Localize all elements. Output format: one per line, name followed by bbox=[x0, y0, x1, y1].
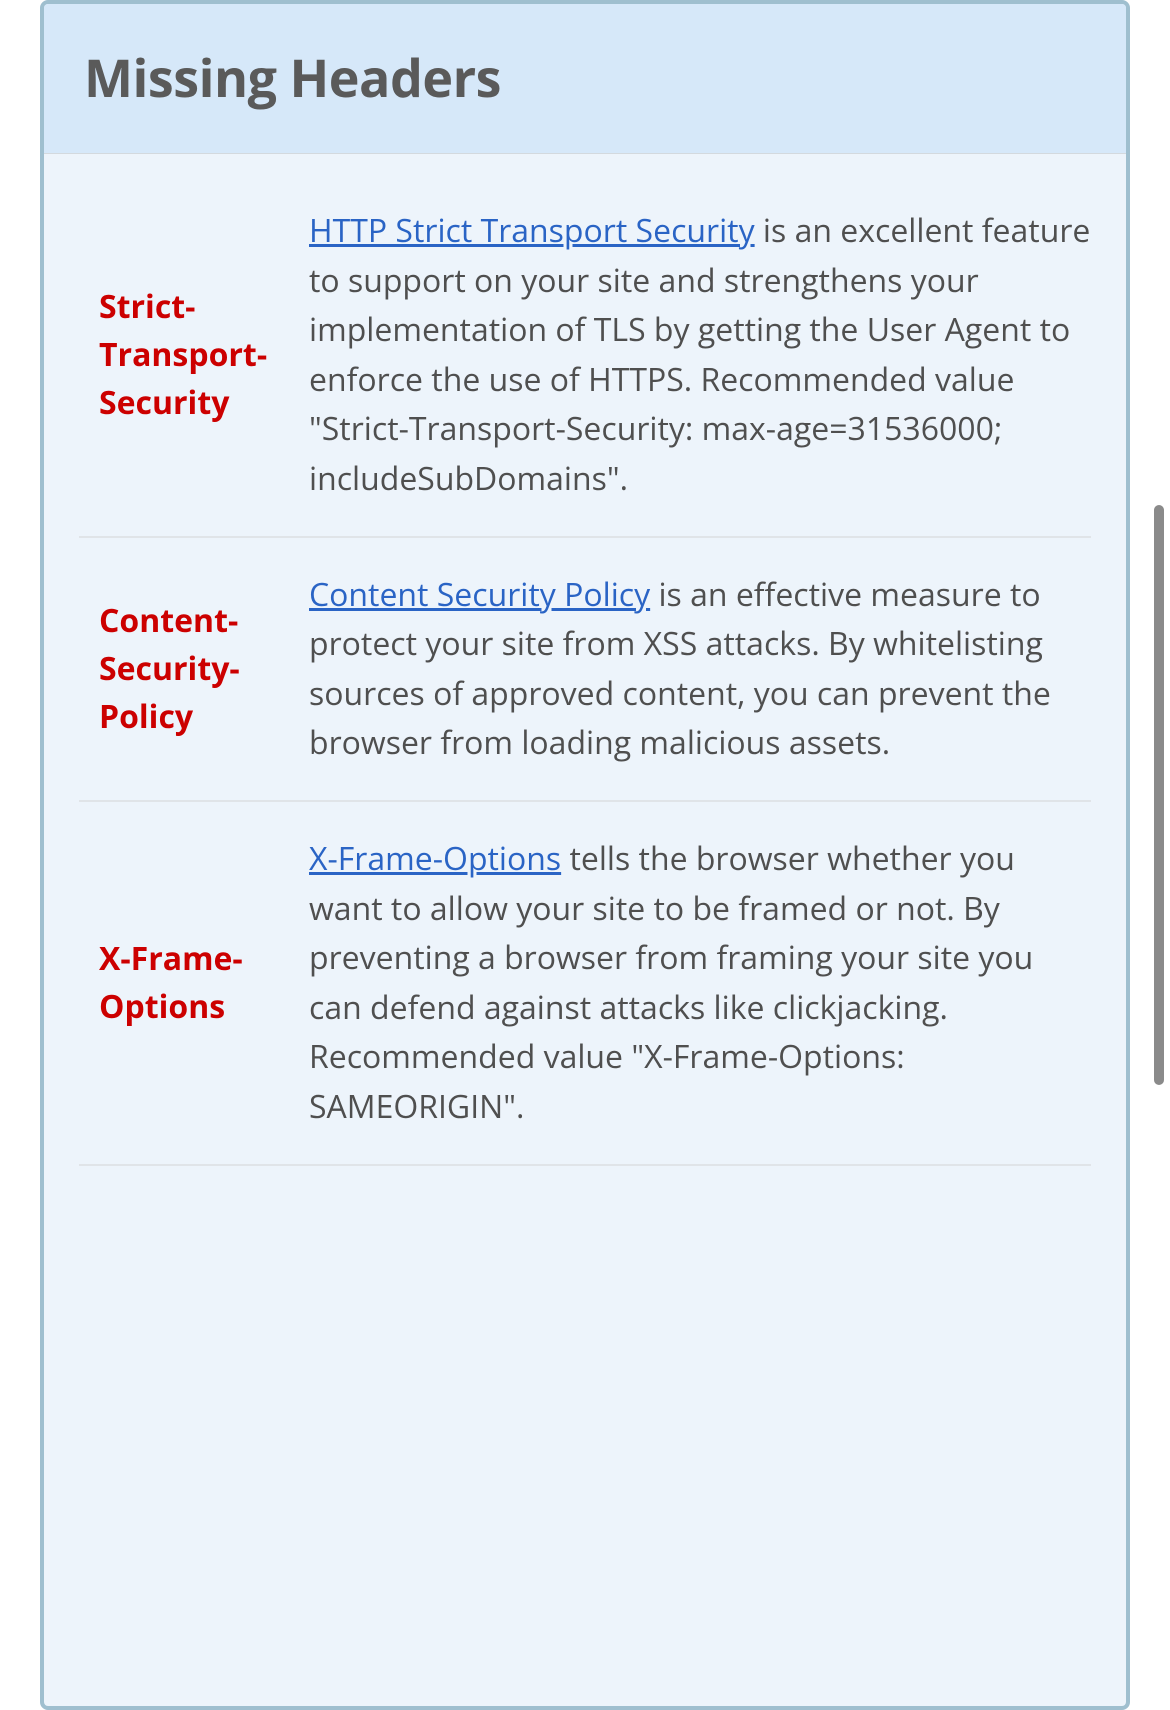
header-description: X-Frame-Options tells the browser whethe… bbox=[304, 834, 1091, 1132]
header-description: Content Security Policy is an effective … bbox=[304, 570, 1091, 768]
header-row-strict-transport-security: Strict-Transport-Security HTTP Strict Tr… bbox=[79, 174, 1091, 538]
header-row-content-security-policy: Content-Security-Policy Content Security… bbox=[79, 538, 1091, 802]
missing-headers-panel: Missing Headers Strict-Transport-Securit… bbox=[40, 0, 1130, 1710]
header-link-csp[interactable]: Content Security Policy bbox=[309, 573, 650, 616]
header-name: X-Frame-Options bbox=[79, 935, 304, 1031]
header-name: Strict-Transport-Security bbox=[79, 283, 304, 427]
header-row-x-frame-options: X-Frame-Options X-Frame-Options tells th… bbox=[79, 802, 1091, 1166]
scrollbar-track[interactable] bbox=[1150, 0, 1164, 1710]
header-link-hsts[interactable]: HTTP Strict Transport Security bbox=[309, 209, 755, 252]
header-name: Content-Security-Policy bbox=[79, 597, 304, 741]
header-desc-text: is an excellent feature to support on yo… bbox=[309, 209, 1090, 500]
header-link-xfo[interactable]: X-Frame-Options bbox=[309, 837, 561, 880]
header-description: HTTP Strict Transport Security is an exc… bbox=[304, 206, 1091, 504]
panel-body: Strict-Transport-Security HTTP Strict Tr… bbox=[44, 154, 1126, 1166]
header-desc-text: tells the browser whether you want to al… bbox=[309, 837, 1033, 1128]
scrollbar-thumb[interactable] bbox=[1154, 505, 1164, 1085]
panel-title: Missing Headers bbox=[84, 42, 1086, 113]
panel-header: Missing Headers bbox=[44, 4, 1126, 154]
